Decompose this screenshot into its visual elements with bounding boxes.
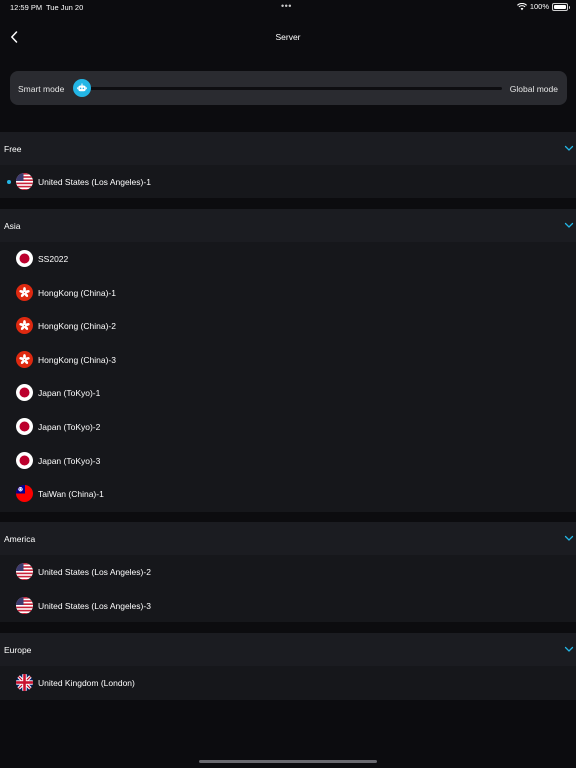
group-header-asia[interactable]: Asia [0, 209, 576, 242]
jp-flag-icon [16, 250, 33, 267]
tw-flag-icon [16, 485, 33, 503]
gb-flag-icon [16, 674, 33, 691]
hk-flag-icon [16, 350, 33, 368]
chevron-down-icon [564, 222, 574, 228]
group-title: Asia [4, 221, 21, 231]
jp-flag-icon [16, 417, 33, 435]
us-flag-icon [16, 173, 33, 190]
group-header-free[interactable]: Free [0, 132, 576, 165]
us-flag-icon [16, 596, 33, 614]
nav-bar: Server [0, 24, 576, 50]
group-list-free: United States (Los Angeles)-1 [0, 165, 576, 198]
server-item[interactable]: Japan (ToKyo)-1 [0, 376, 576, 410]
status-time: 12:59 PM [10, 3, 43, 12]
robot-icon [77, 83, 87, 92]
server-label: HongKong (China)-1 [38, 287, 116, 298]
page-title: Server [275, 32, 301, 42]
home-indicator[interactable] [199, 760, 377, 763]
server-label: Japan (ToKyo)-3 [38, 455, 101, 466]
group-title: America [4, 534, 36, 544]
server-item[interactable]: HongKong (China)-2 [0, 309, 576, 343]
jp-flag-icon [16, 451, 33, 469]
mode-switch: Smart mode Global mode [10, 71, 567, 105]
server-label: United Kingdom (London) [38, 678, 135, 688]
status-right: 100% [516, 2, 570, 11]
server-label: United States (Los Angeles)-1 [38, 177, 151, 187]
us-flag-icon [16, 563, 33, 580]
group-list-america: United States (Los Angeles)-2 United Sta… [0, 555, 576, 622]
mode-slider-track[interactable] [82, 87, 502, 90]
mode-slider-thumb[interactable] [73, 79, 91, 97]
server-label: United States (Los Angeles)-2 [38, 567, 151, 577]
server-item[interactable]: HongKong (China)-3 [0, 343, 576, 377]
chevron-down-icon [564, 646, 574, 652]
server-item[interactable]: Japan (ToKyo)-3 [0, 444, 576, 478]
server-label: Japan (ToKyo)-2 [38, 421, 101, 432]
server-item[interactable]: United States (Los Angeles)-2 [0, 555, 576, 589]
server-label: United States (Los Angeles)-3 [38, 600, 151, 611]
selected-indicator [7, 180, 11, 184]
group-list-europe: United Kingdom (London) [0, 666, 576, 700]
server-label: Japan (ToKyo)-1 [38, 388, 101, 399]
group-list-asia: SS2022 HongKong (China)-1 HongKong (Chin… [0, 242, 576, 512]
group-header-america[interactable]: America [0, 522, 576, 555]
server-item[interactable]: Japan (ToKyo)-2 [0, 410, 576, 444]
group-title: Europe [4, 645, 32, 655]
server-item[interactable]: TaiWan (China)-1 [0, 477, 576, 511]
wifi-icon [516, 2, 527, 11]
group-header-europe[interactable]: Europe [0, 633, 576, 666]
server-label: HongKong (China)-2 [38, 321, 116, 332]
multitasking-dots-icon[interactable]: ••• [281, 1, 292, 11]
battery-percent: 100% [529, 2, 549, 11]
jp-flag-icon [16, 384, 33, 402]
server-item[interactable]: SS2022 [0, 242, 576, 276]
chevron-down-icon [564, 535, 574, 541]
hk-flag-icon [16, 317, 33, 335]
hk-flag-icon [16, 283, 33, 301]
server-item[interactable]: United Kingdom (London) [0, 666, 576, 700]
server-label: SS2022 [38, 254, 69, 264]
smart-mode-label[interactable]: Smart mode [18, 84, 64, 94]
status-date: Tue Jun 20 [46, 3, 84, 12]
server-label: HongKong (China)-3 [38, 354, 116, 365]
server-item[interactable]: United States (Los Angeles)-1 [0, 165, 576, 199]
chevron-down-icon [564, 145, 574, 151]
server-label: TaiWan (China)-1 [38, 489, 104, 500]
server-item[interactable]: HongKong (China)-1 [0, 276, 576, 310]
group-title: Free [4, 144, 22, 154]
status-bar: 12:59 PM Tue Jun 20 ••• 100% [0, 0, 576, 14]
battery-icon [552, 2, 570, 11]
global-mode-label[interactable]: Global mode [510, 84, 558, 94]
server-item[interactable]: United States (Los Angeles)-3 [0, 589, 576, 623]
